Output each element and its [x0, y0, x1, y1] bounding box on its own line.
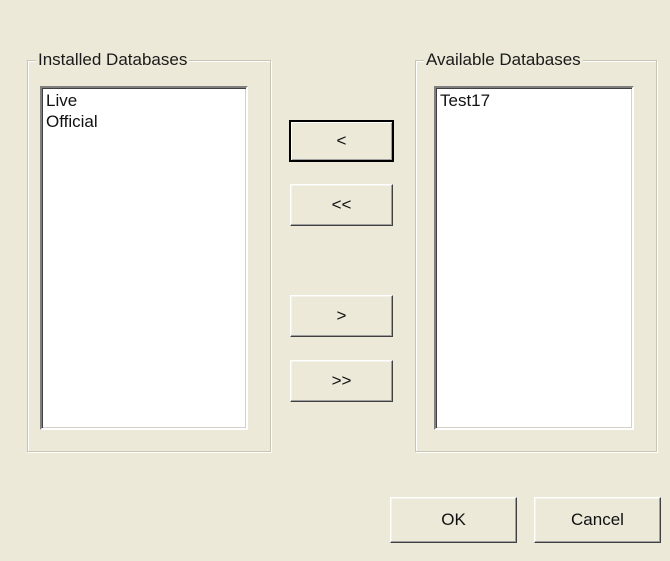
installed-databases-group: Installed Databases Live Official: [27, 50, 271, 452]
move-selected-to-installed-button[interactable]: <: [289, 120, 394, 162]
database-selection-dialog: Installed Databases Live Official < << >…: [0, 0, 670, 561]
move-all-to-available-button[interactable]: >>: [290, 360, 393, 402]
ok-button[interactable]: OK: [390, 497, 517, 543]
list-item[interactable]: Official: [46, 111, 242, 132]
installed-databases-label: Installed Databases: [36, 50, 190, 70]
move-all-to-installed-button[interactable]: <<: [290, 184, 393, 226]
list-item[interactable]: Live: [46, 90, 242, 111]
cancel-button[interactable]: Cancel: [534, 497, 661, 543]
available-databases-group: Available Databases Test17: [415, 50, 657, 452]
move-selected-to-available-button[interactable]: >: [290, 295, 393, 337]
installed-databases-list[interactable]: Live Official: [40, 86, 248, 430]
list-item[interactable]: Test17: [440, 90, 628, 111]
available-databases-label: Available Databases: [424, 50, 583, 70]
available-databases-list[interactable]: Test17: [434, 86, 634, 430]
